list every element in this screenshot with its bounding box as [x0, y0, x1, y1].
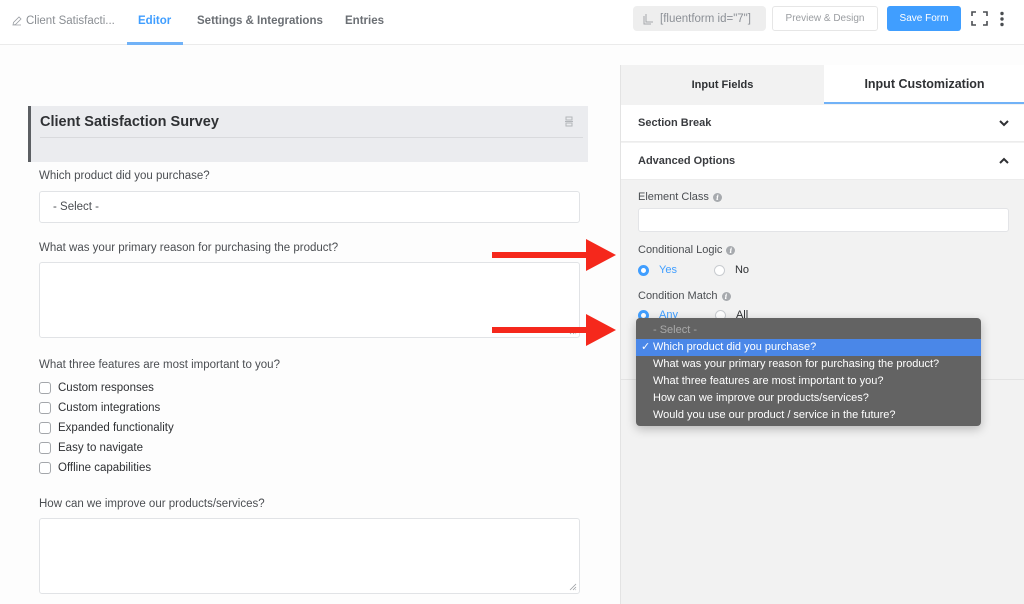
chevron-up-icon — [999, 157, 1009, 164]
checkbox-label: Custom integrations — [58, 402, 161, 414]
checkbox-option[interactable]: Expanded functionality — [39, 422, 174, 434]
annotation-arrow-icon — [492, 239, 616, 271]
dropdown-option[interactable]: How can we improve our products/services… — [636, 390, 981, 407]
checkbox-option[interactable]: Easy to navigate — [39, 442, 143, 454]
more-options-icon[interactable] — [997, 11, 1007, 27]
dropdown-option-label: Which product did you purchase? — [653, 341, 817, 353]
label-text: Conditional Logic — [638, 244, 723, 256]
label-text: Element Class — [638, 191, 709, 203]
pencil-icon — [12, 16, 22, 26]
question-2-label: What was your primary reason for purchas… — [39, 242, 339, 254]
shortcode-copy[interactable]: [fluentform id="7"] — [633, 6, 766, 31]
radio-yes-label[interactable]: Yes — [659, 264, 677, 276]
copy-icon — [643, 13, 653, 24]
accordion-section-break[interactable]: Section Break — [621, 105, 1024, 142]
section-divider — [40, 137, 583, 138]
checkbox[interactable] — [39, 422, 51, 434]
breadcrumb-label: Client Satisfacti... — [26, 15, 115, 27]
checkbox-label: Offline capabilities — [58, 462, 152, 474]
improve-textarea[interactable] — [39, 518, 580, 594]
shortcode-text: [fluentform id="7"] — [660, 12, 751, 25]
section-title: Client Satisfaction Survey — [40, 114, 219, 130]
tab-entries[interactable]: Entries — [345, 15, 384, 27]
accordion-title: Advanced Options — [638, 155, 736, 167]
dropdown-option-label: What three features are most important t… — [653, 375, 884, 387]
checkbox[interactable] — [39, 442, 51, 454]
tab-settings-integrations[interactable]: Settings & Integrations — [197, 15, 323, 27]
fullscreen-icon[interactable] — [971, 11, 988, 26]
dropdown-option[interactable]: ✓ Which product did you purchase? — [636, 339, 981, 356]
checkbox-label: Easy to navigate — [58, 442, 144, 454]
chevron-down-icon — [999, 120, 1009, 127]
panel-tabs: Input Fields Input Customization — [621, 65, 1024, 104]
element-class-label: Element Class i — [638, 191, 722, 203]
dropdown-option[interactable]: What was your primary reason for purchas… — [636, 356, 981, 373]
checkbox-option[interactable]: Custom responses — [39, 382, 154, 394]
radio-no[interactable] — [713, 264, 725, 276]
top-bar: Client Satisfacti... Editor Settings & I… — [0, 0, 1024, 45]
checkbox-option[interactable]: Offline capabilities — [39, 462, 151, 474]
tab-input-fields[interactable]: Input Fields — [621, 65, 824, 104]
checkbox[interactable] — [39, 462, 51, 474]
conditional-logic-radios: Yes No — [638, 264, 786, 276]
dropdown-option[interactable]: What three features are most important t… — [636, 373, 981, 390]
accordion-advanced-options[interactable]: Advanced Options — [621, 143, 1024, 180]
radio-no-label[interactable]: No — [735, 264, 749, 276]
info-icon[interactable]: i — [721, 291, 731, 301]
conditional-logic-label: Conditional Logic i — [638, 244, 736, 256]
breadcrumb[interactable]: Client Satisfacti... — [12, 15, 115, 27]
tab-input-customization[interactable]: Input Customization — [824, 65, 1024, 104]
dropdown-option[interactable]: Would you use our product / service in t… — [636, 407, 981, 424]
element-class-input[interactable] — [638, 208, 1009, 232]
save-form-button[interactable]: Save Form — [887, 6, 961, 31]
label-text: Condition Match — [638, 290, 718, 302]
condition-match-label: Condition Match i — [638, 290, 731, 302]
product-select[interactable]: - Select - — [39, 191, 580, 223]
preview-design-button[interactable]: Preview & Design — [772, 6, 878, 31]
checkbox[interactable] — [39, 402, 51, 414]
section-break-icon — [565, 116, 573, 127]
checkbox[interactable] — [39, 382, 51, 394]
section-break[interactable]: Client Satisfaction Survey — [28, 106, 588, 162]
radio-yes[interactable] — [638, 264, 649, 276]
condition-field-dropdown[interactable]: - Select - ✓ Which product did you purch… — [636, 318, 981, 426]
tab-editor[interactable]: Editor — [138, 15, 171, 27]
checkbox-label: Custom responses — [58, 382, 154, 394]
info-icon[interactable]: i — [726, 245, 736, 255]
question-4-label: How can we improve our products/services… — [39, 498, 265, 510]
checkmark-icon: ✓ — [641, 341, 651, 353]
info-icon[interactable]: i — [712, 192, 722, 202]
checkbox-option[interactable]: Custom integrations — [39, 402, 160, 414]
dropdown-option-label: Would you use our product / service in t… — [653, 409, 896, 421]
checkbox-label: Expanded functionality — [58, 422, 174, 434]
annotation-arrow-icon — [492, 314, 616, 346]
resize-grip-icon[interactable] — [569, 583, 577, 591]
question-3-label: What three features are most important t… — [39, 359, 280, 371]
question-1-label: Which product did you purchase? — [39, 170, 210, 182]
dropdown-placeholder[interactable]: - Select - — [636, 322, 981, 339]
dropdown-option-label: How can we improve our products/services… — [653, 392, 869, 404]
dropdown-option-label: What was your primary reason for purchas… — [653, 358, 940, 370]
accordion-title: Section Break — [638, 117, 712, 129]
